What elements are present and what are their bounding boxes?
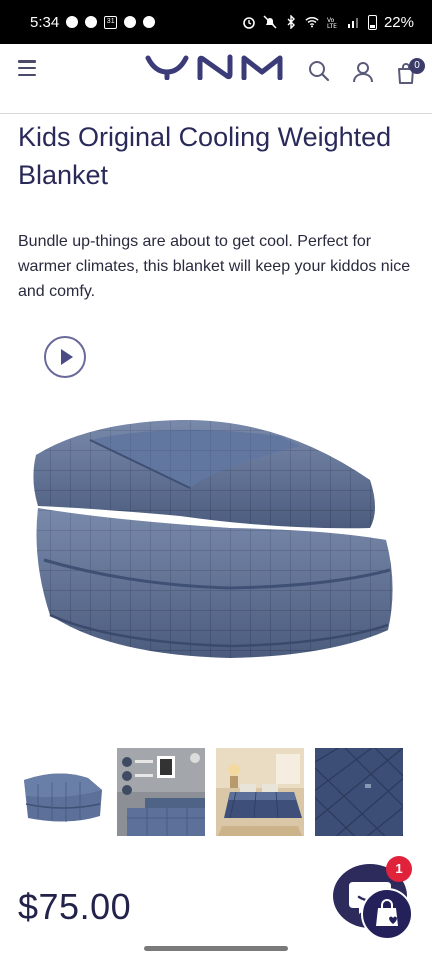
main-product-image[interactable] xyxy=(30,410,402,670)
menu-icon[interactable] xyxy=(18,60,36,76)
search-icon[interactable] xyxy=(308,60,330,82)
product-description: Bundle up-things are about to get cool. … xyxy=(18,233,411,300)
account-icon[interactable] xyxy=(351,60,375,84)
battery-level: 22% xyxy=(383,13,414,31)
alarm-icon xyxy=(243,17,255,29)
site-header: 0 xyxy=(0,44,432,114)
play-video-button[interactable] xyxy=(44,336,86,378)
calendar-notification-icon: 31 xyxy=(104,15,118,29)
home-indicator[interactable] xyxy=(144,946,288,951)
lte-icon: VoLTE xyxy=(327,17,337,29)
status-right: Vo LTE 22% xyxy=(242,14,414,31)
chat-notification-icon xyxy=(66,16,79,28)
image-thumbnails xyxy=(18,748,408,838)
thumbnail-product-infographic[interactable] xyxy=(117,748,205,836)
signal-icon xyxy=(347,18,358,28)
thumbnail-bedroom-scene[interactable] xyxy=(216,748,304,836)
messenger-notification-icon xyxy=(85,16,98,28)
heart-notification-icon xyxy=(124,16,137,28)
shopping-bag-heart-icon xyxy=(376,899,398,926)
cart-count-badge: 0 xyxy=(409,58,425,74)
brand-logo[interactable] xyxy=(145,54,287,80)
thumbnail-fabric-closeup[interactable] xyxy=(315,748,403,836)
wifi-icon xyxy=(305,17,319,28)
mute-icon xyxy=(263,15,277,29)
status-time: 5:34 xyxy=(30,13,60,31)
bluetooth-icon xyxy=(287,15,295,29)
app-notification-icon xyxy=(143,16,156,28)
product-title: Kids Original Cooling Weighted Blanket xyxy=(18,122,392,190)
battery-icon xyxy=(367,14,377,30)
product-price: $75.00 xyxy=(18,886,132,927)
thumbnail-folded-blanket[interactable] xyxy=(18,748,106,836)
shop-bag-button[interactable] xyxy=(361,888,413,940)
status-left: 5:34 31 xyxy=(30,13,156,31)
svg-text:LTE: LTE xyxy=(327,23,337,29)
chat-unread-badge: 1 xyxy=(386,856,412,882)
status-bar: 5:34 31 Vo LTE 22% xyxy=(0,0,432,44)
